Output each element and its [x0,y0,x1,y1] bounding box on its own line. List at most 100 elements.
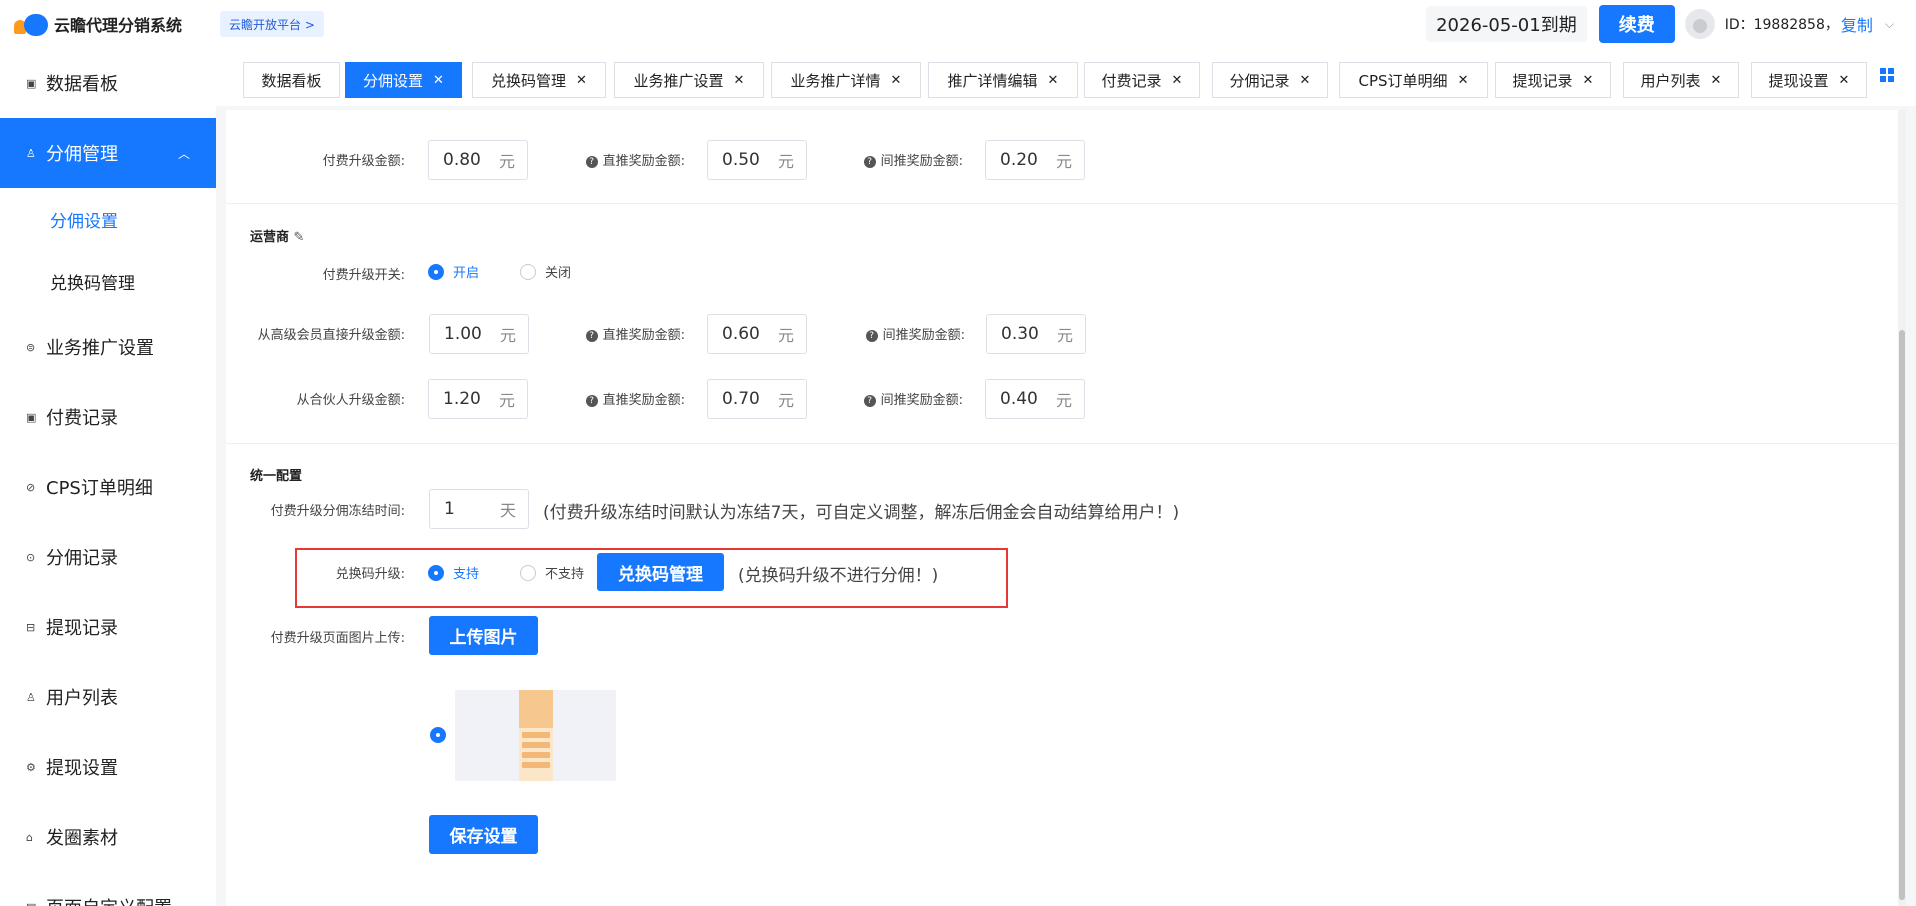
close-icon[interactable]: ✕ [1172,73,1183,88]
image-select-radio[interactable] [430,727,455,743]
close-icon[interactable]: ✕ [1458,73,1469,88]
withdraw-icon: ⊟ [26,620,36,634]
tab-cps-orders[interactable]: CPS订单明细 ✕ [1339,62,1488,98]
tab-bar: 数据看板 分佣设置 ✕ 兑换码管理 ✕ 业务推广设置 ✕ 业务推广详情 ✕ 推广详情编辑… [216,48,1916,106]
freeze-time-hint: (付费升级冻结时间默认为冻结7天，可自定义调整，解冻后佣金会自动结算给用户！) [543,503,1180,523]
tab-label: 付费记录 [1101,71,1162,90]
redeem-support-radio[interactable]: 支持 [428,563,479,582]
question-icon[interactable]: ? [863,156,876,168]
senior-upgrade-label: 从高级会员直接升级金额: [257,328,405,343]
tab-dashboard[interactable]: 数据看板 [243,62,340,98]
close-icon[interactable]: ✕ [734,73,745,88]
senior-upgrade-input[interactable]: 1.00 元 [429,314,529,354]
close-icon[interactable]: ✕ [1839,73,1850,88]
sidebar-item-user-list[interactable]: ♙ 用户列表 [0,662,216,732]
sidebar-item-withdraw-settings[interactable]: ⚙ 提现设置 [0,732,216,802]
payment-icon: ▣ [26,410,37,424]
tab-label: 兑换码管理 [491,71,567,90]
sidebar-subitem-commission-settings[interactable]: 分佣设置 [0,188,216,250]
tab-label: 推广详情编辑 [947,71,1038,90]
tab-user-list[interactable]: 用户列表 ✕ [1623,62,1739,98]
sidebar-item-label: 用户列表 [46,688,118,709]
copy-id-button[interactable]: 复制 [1841,12,1873,36]
sidebar-item-cps-orders[interactable]: ⊘ CPS订单明细 [0,452,216,522]
sidebar-item-dashboard[interactable]: ▣ 数据看板 [0,48,216,118]
upgrade-switch-on-radio[interactable]: 开启 [428,262,479,281]
sidebar-item-commission-management[interactable]: ♙ 分佣管理 ︿ [0,118,216,188]
grid-menu-icon[interactable] [1880,68,1894,82]
field-value: 0.30 [1001,324,1039,344]
question-icon[interactable]: ? [585,395,598,407]
sidebar-item-commission-records[interactable]: ⊙ 分佣记录 [0,522,216,592]
tab-withdraw-records[interactable]: 提现记录 ✕ [1495,62,1611,98]
close-icon[interactable]: ✕ [576,73,587,88]
close-icon[interactable]: ✕ [1583,73,1594,88]
tab-label: 业务推广详情 [790,71,881,90]
close-icon[interactable]: ✕ [1048,73,1059,88]
operator-title-text: 运营商 [250,230,290,245]
avatar[interactable] [1684,9,1715,39]
tab-withdraw-settings[interactable]: 提现设置 ✕ [1751,62,1867,98]
tab-promotion-edit[interactable]: 推广详情编辑 ✕ [928,62,1078,98]
close-icon[interactable]: ✕ [433,73,444,88]
material-icon: ⌂ [26,830,33,844]
sidebar-item-label: 分佣记录 [46,548,118,569]
sidebar-item-withdraw-records[interactable]: ⊟ 提现记录 [0,592,216,662]
tab-promotion-details[interactable]: 业务推广详情 ✕ [771,62,921,98]
indirect-reward-input[interactable]: 0.30 元 [986,314,1086,354]
question-icon[interactable]: ? [585,330,598,342]
top-bar: 云瞻代理分销系统 云瞻开放平台 > 2026-05-01到期 续费 ID：198… [0,0,1916,48]
field-value: 0.80 [443,150,481,170]
direct-reward-input[interactable]: 0.50 元 [707,140,807,180]
close-icon[interactable]: ✕ [1711,73,1722,88]
upgrade-amount-label: 付费升级金额: [322,154,405,169]
open-platform-link[interactable]: 云瞻开放平台 > [220,11,324,37]
radio-checked-icon [428,564,444,581]
sidebar-subitem-redeem-code[interactable]: 兑换码管理 [0,250,216,312]
direct-reward-label-text: 直推奖励金额: [602,393,685,408]
freeze-time-input[interactable]: 1天 [429,489,529,529]
redeem-unsupport-radio[interactable]: 不支持 [520,563,584,582]
unit-label: 元 [778,152,795,171]
direct-reward-label-text: 直推奖励金额: [602,328,685,343]
upgrade-page-image-preview[interactable] [455,690,616,781]
scrollbar-thumb[interactable] [1899,330,1905,900]
direct-reward-input[interactable]: 0.60 元 [707,314,807,354]
upload-image-button[interactable]: 上传图片 [429,616,538,655]
redeem-hint: (兑换码升级不进行分佣！) [738,566,939,586]
partner-upgrade-input[interactable]: 1.20 元 [428,379,528,419]
close-icon[interactable]: ✕ [1300,73,1311,88]
tab-payment-records[interactable]: 付费记录 ✕ [1084,62,1200,98]
tab-redeem-code[interactable]: 兑换码管理 ✕ [472,62,606,98]
tab-label: 数据看板 [261,71,322,90]
tab-commission-settings[interactable]: 分佣设置 ✕ [345,62,462,98]
chevron-down-icon[interactable]: ⌵ [1885,17,1894,32]
indirect-reward-input[interactable]: 0.20 元 [985,140,1085,180]
sidebar-item-page-config[interactable]: ▤ 页面自定义配置 [0,872,216,906]
question-icon[interactable]: ? [585,156,598,168]
close-icon[interactable]: ✕ [891,73,902,88]
question-icon[interactable]: ? [863,395,876,407]
radio-unchecked-icon [520,564,536,581]
upgrade-amount-input[interactable]: 0.80 元 [428,140,528,180]
save-settings-button[interactable]: 保存设置 [429,815,538,854]
question-icon[interactable]: ? [865,330,878,342]
sidebar-item-label: 分佣管理 [46,144,118,165]
freeze-time-label: 付费升级分佣冻结时间: [270,504,405,519]
direct-reward-input[interactable]: 0.70 元 [707,379,807,419]
sidebar-item-payment-records[interactable]: ▣ 付费记录 [0,382,216,452]
sidebar-item-materials[interactable]: ⌂ 发圈素材 [0,802,216,872]
tab-commission-records[interactable]: 分佣记录 ✕ [1212,62,1328,98]
indirect-reward-label: ? 间推奖励金额: [838,389,963,408]
sidebar-item-label: 提现设置 [46,758,118,779]
tab-promotion-settings[interactable]: 业务推广设置 ✕ [614,62,764,98]
renew-button[interactable]: 续费 [1598,5,1675,43]
field-value: 0.20 [1000,150,1038,170]
redeem-code-manage-button[interactable]: 兑换码管理 [597,553,724,591]
upgrade-switch-label: 付费升级开关: [322,268,405,283]
sidebar-item-promotion-settings[interactable]: ⊜ 业务推广设置 [0,312,216,382]
edit-icon[interactable]: ✎ [294,230,305,245]
indirect-reward-input[interactable]: 0.40 元 [985,379,1085,419]
expire-date: 2026-05-01到期 [1426,6,1587,42]
upgrade-switch-off-radio[interactable]: 关闭 [520,262,571,281]
